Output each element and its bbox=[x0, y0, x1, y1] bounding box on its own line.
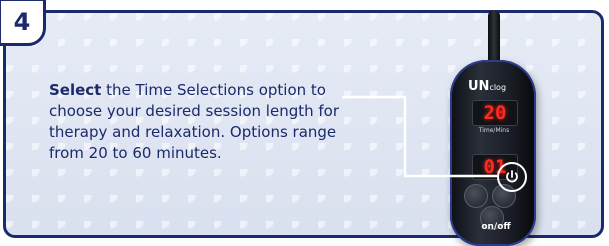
instruction-text: Select the Time Selections option to cho… bbox=[49, 80, 349, 164]
power-icon[interactable] bbox=[497, 162, 527, 192]
power-symbol-icon bbox=[506, 170, 518, 183]
instruction-bold-lead: Select bbox=[49, 81, 102, 99]
control-button-left[interactable] bbox=[464, 184, 488, 208]
onoff-label: on/off bbox=[481, 222, 511, 232]
step-badge: 4 bbox=[0, 0, 46, 46]
brand-name: UN bbox=[468, 79, 490, 94]
device-cable bbox=[488, 10, 500, 66]
device-brand: UNclog bbox=[468, 79, 506, 94]
led-display-top: 20 bbox=[472, 100, 518, 126]
brand-suffix: clog bbox=[489, 83, 507, 92]
display-label: Time/Mins bbox=[478, 127, 510, 134]
step-number: 4 bbox=[13, 8, 31, 36]
